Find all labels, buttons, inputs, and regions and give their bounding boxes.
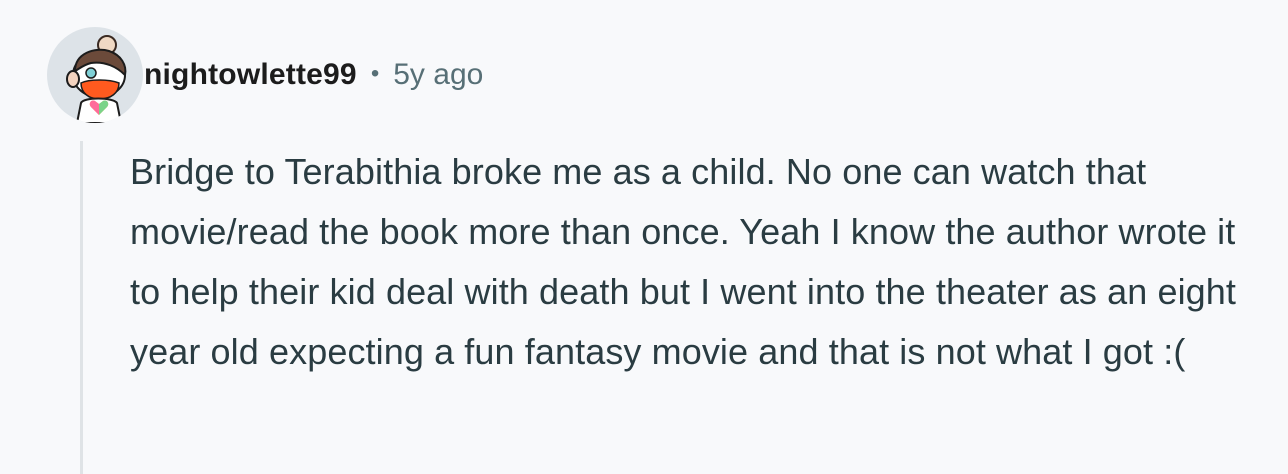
thread-line[interactable] (80, 141, 83, 474)
snoo-avatar-icon (66, 35, 127, 123)
user-avatar[interactable] (47, 27, 143, 123)
comment-body: Bridge to Terabithia broke me as a child… (130, 151, 1237, 372)
comment-timestamp[interactable]: 5y ago (393, 58, 483, 92)
username-link[interactable]: nightowlette99 (144, 58, 357, 92)
meta-separator: • (370, 60, 380, 87)
comment: nightowlette99 • 5y ago Bridge to Terabi… (0, 0, 1288, 474)
comment-header: nightowlette99 • 5y ago (144, 54, 483, 96)
